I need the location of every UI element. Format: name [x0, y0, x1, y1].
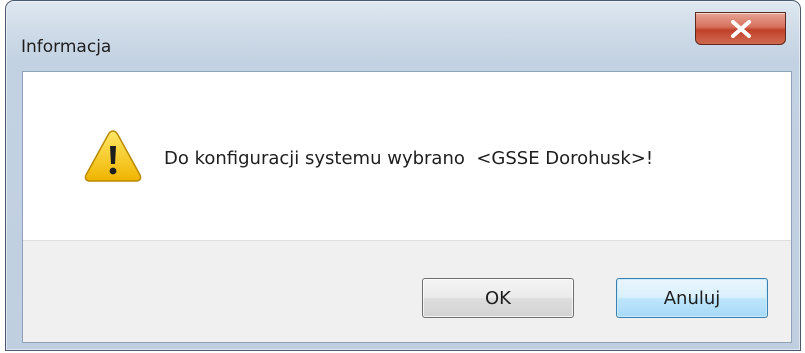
- dialog-window: Informacja Do konfiguracji systemu wybra…: [5, 0, 801, 351]
- close-x-icon: [731, 20, 751, 38]
- message-area: Do konfiguracji systemu wybrano <GSSE Do…: [23, 72, 791, 240]
- ok-button[interactable]: OK: [422, 278, 574, 318]
- button-bar: OK Anuluj: [23, 240, 791, 342]
- close-button[interactable]: [695, 12, 786, 45]
- title-bar[interactable]: Informacja: [6, 1, 800, 71]
- dialog-content: Do konfiguracji systemu wybrano <GSSE Do…: [22, 71, 792, 343]
- cancel-button[interactable]: Anuluj: [616, 278, 768, 318]
- dialog-title: Informacja: [21, 37, 112, 57]
- message-text: Do konfiguracji systemu wybrano <GSSE Do…: [164, 148, 654, 169]
- warning-icon: [84, 130, 142, 182]
